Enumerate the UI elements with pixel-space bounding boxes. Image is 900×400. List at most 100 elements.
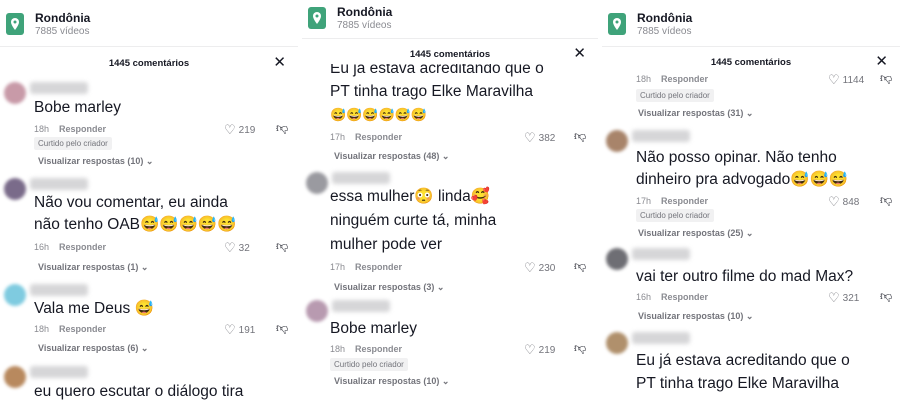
thumbs-down-icon[interactable]: 👎︎ (574, 129, 586, 144)
like-button[interactable]: ♡ 219 (524, 342, 555, 358)
thumbs-down-icon[interactable]: 👎︎ (276, 239, 288, 254)
comments-list[interactable]: Eu já estava acreditando que o PT tinha … (302, 64, 598, 400)
view-replies-button[interactable]: Visualizar respostas (10) ⌄ (38, 156, 153, 167)
thumbs-down-icon[interactable]: 👎︎ (880, 289, 892, 304)
username[interactable] (332, 300, 390, 312)
heart-outline-icon: ♡ (524, 130, 536, 145)
location-header[interactable]: Rondônia 7885 vídeos (6, 8, 90, 40)
avatar[interactable] (4, 178, 26, 200)
avatar[interactable] (306, 172, 328, 194)
username[interactable] (30, 178, 88, 190)
username[interactable] (30, 284, 88, 296)
comment-meta: 18h Responder (34, 124, 106, 134)
reply-button[interactable]: Responder (355, 344, 402, 354)
close-icon[interactable]: ✕ (875, 53, 888, 71)
reply-button[interactable]: Responder (59, 324, 106, 334)
video-count: 7885 vídeos (337, 19, 392, 31)
reply-button[interactable]: Responder (59, 242, 106, 252)
comment-time: 18h (330, 344, 346, 354)
view-replies-button[interactable]: Visualizar respostas (48) ⌄ (334, 151, 449, 162)
location-name: Rondônia (35, 10, 91, 25)
like-button[interactable]: ♡ 321 (828, 290, 859, 306)
comments-count: 1445 comentários (108, 57, 190, 69)
reply-button[interactable]: Responder (355, 132, 402, 142)
like-count: 382 (538, 132, 556, 144)
comment-meta: 18h Responder (34, 324, 106, 334)
creator-liked-badge: Curtido pelo criador (34, 137, 112, 150)
avatar[interactable] (606, 130, 628, 152)
close-icon[interactable]: ✕ (573, 45, 586, 63)
view-replies-button[interactable]: Visualizar respostas (10) ⌄ (638, 311, 753, 322)
comment-text-line: Não vou comentar, eu ainda (34, 194, 228, 211)
view-replies-button[interactable]: Visualizar respostas (3) ⌄ (334, 282, 444, 293)
avatar[interactable] (4, 366, 26, 388)
comments-count: 1445 comentários (710, 56, 792, 68)
thumbs-down-icon[interactable]: 👎︎ (574, 341, 586, 356)
comments-list[interactable]: 18h Responder Curtido pelo criador ♡ 114… (602, 74, 900, 400)
comment-meta: 17h Responder (636, 196, 708, 206)
comments-count-header: 1445 comentários ✕ (0, 54, 298, 72)
username[interactable] (30, 366, 88, 378)
comment-text-line: dinheiro pra advogado😅😅😅 (636, 171, 849, 188)
username[interactable] (632, 130, 690, 142)
like-button[interactable]: ♡ 191 (224, 322, 255, 338)
comments-count-header: 1445 comentários ✕ (302, 45, 598, 63)
creator-liked-badge: Curtido pelo criador (636, 209, 714, 222)
view-replies-button[interactable]: Visualizar respostas (25) ⌄ (638, 228, 753, 239)
like-count: 191 (238, 324, 256, 336)
comment-text-line: não tenho OAB😅😅😅😅😅 (34, 216, 237, 233)
thumbs-down-icon[interactable]: 👎︎ (276, 321, 288, 336)
comment-text-line: PT tinha trago Elke Maravilha (330, 83, 534, 100)
avatar[interactable] (606, 248, 628, 270)
like-button[interactable]: ♡ 32 (224, 240, 250, 256)
comment-text-line: essa mulher😳 linda🥰 (330, 188, 491, 205)
thumbs-down-icon[interactable]: 👎︎ (880, 74, 892, 86)
heart-outline-icon: ♡ (224, 322, 236, 337)
reply-button[interactable]: Responder (59, 124, 106, 134)
comments-panel-1: Rondônia 7885 vídeos 1445 comentários ✕ … (0, 0, 298, 400)
reply-button[interactable]: Responder (661, 196, 708, 206)
like-button[interactable]: ♡ 848 (828, 194, 859, 210)
location-name: Rondônia (637, 10, 693, 25)
location-pin-icon (308, 7, 326, 29)
reply-button[interactable]: Responder (355, 262, 402, 272)
video-count: 7885 vídeos (35, 25, 90, 37)
comment-text-line: 😅😅😅😅😅😅 (330, 107, 428, 122)
comment-text-line: Eu já estava acreditando que o (636, 352, 850, 369)
divider (602, 46, 900, 47)
avatar[interactable] (4, 284, 26, 306)
thumbs-down-icon[interactable]: 👎︎ (276, 121, 288, 136)
comments-count-header: 1445 comentários ✕ (602, 53, 900, 71)
thumbs-down-icon[interactable]: 👎︎ (574, 259, 586, 274)
like-button[interactable]: ♡ 382 (524, 130, 555, 146)
like-button[interactable]: ♡ 219 (224, 122, 255, 138)
username[interactable] (632, 332, 690, 344)
reply-button[interactable]: Responder (661, 292, 708, 302)
like-count: 32 (238, 242, 250, 254)
location-header[interactable]: Rondônia 7885 vídeos (308, 2, 392, 34)
location-pin-icon (608, 13, 626, 35)
comments-list[interactable]: Bobe marley 18h Responder Curtido pelo c… (0, 76, 298, 400)
comment-text-line: Não posso opinar. Não tenho (636, 149, 837, 166)
view-replies-button[interactable]: Visualizar respostas (1) ⌄ (38, 262, 148, 273)
like-button[interactable]: ♡ 1144 (828, 74, 864, 88)
view-replies-button[interactable]: Visualizar respostas (6) ⌄ (38, 343, 148, 354)
username[interactable] (632, 248, 690, 260)
location-header[interactable]: Rondônia 7885 vídeos (608, 8, 692, 40)
reply-button[interactable]: Responder (661, 74, 708, 84)
comment-time: 16h (636, 292, 652, 302)
close-icon[interactable]: ✕ (273, 54, 286, 72)
view-replies-button[interactable]: Visualizar respostas (31) ⌄ (638, 108, 753, 119)
username[interactable] (30, 82, 88, 94)
like-button[interactable]: ♡ 230 (524, 260, 555, 276)
view-replies-button[interactable]: Visualizar respostas (10) ⌄ (334, 376, 449, 387)
heart-outline-icon: ♡ (828, 74, 840, 87)
like-count: 1144 (842, 74, 865, 86)
avatar[interactable] (4, 82, 26, 104)
avatar[interactable] (606, 332, 628, 354)
username[interactable] (332, 172, 390, 184)
like-count: 219 (538, 344, 556, 356)
avatar[interactable] (306, 300, 328, 322)
comment-meta: 18h Responder (636, 74, 708, 84)
thumbs-down-icon[interactable]: 👎︎ (880, 193, 892, 208)
